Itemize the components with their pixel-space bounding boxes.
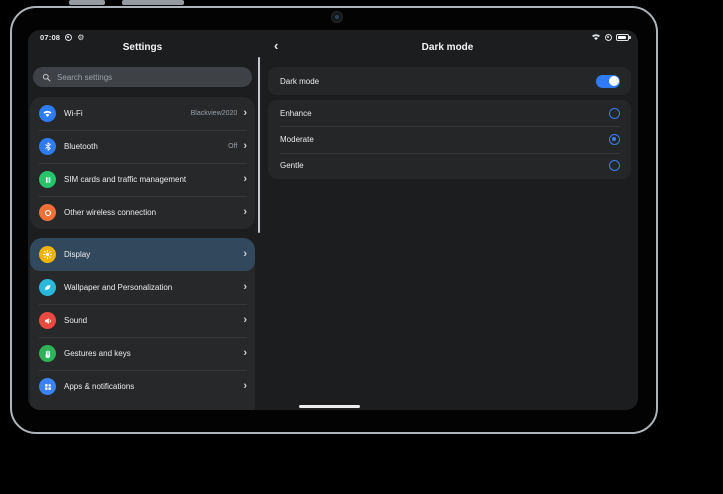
settings-group-personal: Display › Wallpaper and Personalization …	[30, 238, 255, 410]
tablet-device: 07:08 ⚙ Settings	[10, 6, 658, 434]
sidebar-item-gestures[interactable]: Gestures and keys ›	[30, 337, 255, 370]
search-input[interactable]: Search settings	[33, 67, 252, 87]
sidebar-item-wifi[interactable]: Wi-Fi Blackview2020 ›	[30, 97, 255, 130]
sidebar-item-label: Other wireless connection	[64, 208, 237, 217]
search-placeholder: Search settings	[57, 73, 112, 82]
detail-title: Dark mode	[257, 42, 638, 53]
sidebar-item-label: Display	[64, 250, 243, 259]
dark-mode-toggle-row[interactable]: Dark mode	[268, 67, 631, 95]
background: 07:08 ⚙ Settings	[0, 0, 723, 494]
option-label: Gentle	[280, 161, 609, 170]
dark-mode-options-card: Enhance Moderate Gentle	[268, 100, 631, 179]
sidebar-item-bluetooth[interactable]: Bluetooth Off ›	[30, 130, 255, 163]
chevron-right-icon: ›	[243, 282, 247, 293]
sim-card-icon	[39, 171, 56, 188]
sidebar-item-other-wireless[interactable]: Other wireless connection ›	[30, 196, 255, 229]
toggle-row-label: Dark mode	[280, 77, 596, 86]
chevron-right-icon: ›	[243, 108, 247, 119]
radio-button[interactable]	[609, 160, 620, 171]
chevron-right-icon: ›	[243, 381, 247, 392]
screen: 07:08 ⚙ Settings	[28, 30, 638, 410]
speaker-icon	[39, 312, 56, 329]
sidebar-item-label: Wi-Fi	[64, 109, 191, 118]
hand-icon	[39, 345, 56, 362]
sidebar-item-value: Blackview2020	[191, 110, 238, 117]
front-camera	[331, 11, 343, 23]
wifi-icon	[39, 105, 56, 122]
apps-grid-icon	[39, 378, 56, 395]
option-gentle[interactable]: Gentle	[268, 153, 631, 179]
radio-button[interactable]	[609, 134, 620, 145]
settings-group-network: Wi-Fi Blackview2020 › Bluetooth Off ›	[30, 97, 255, 229]
sidebar-item-label: Bluetooth	[64, 142, 228, 151]
sidebar-item-value: Off	[228, 143, 237, 150]
option-label: Moderate	[280, 135, 609, 144]
chevron-right-icon: ›	[243, 174, 247, 185]
bluetooth-icon	[39, 138, 56, 155]
radio-button[interactable]	[609, 108, 620, 119]
sun-icon	[39, 246, 56, 263]
chevron-right-icon: ›	[243, 348, 247, 359]
chevron-right-icon: ›	[243, 141, 247, 152]
chevron-right-icon: ›	[243, 249, 247, 260]
sidebar-item-display[interactable]: Display ›	[30, 238, 255, 271]
option-moderate[interactable]: Moderate	[268, 126, 631, 152]
power-button	[69, 0, 105, 5]
sidebar-item-label: Sound	[64, 316, 243, 325]
volume-button	[122, 0, 184, 5]
wallpaper-icon	[39, 279, 56, 296]
sidebar-item-label: Wallpaper and Personalization	[64, 283, 243, 292]
wireless-ring-icon	[39, 204, 56, 221]
dark-mode-pane: ‹ Dark mode Dark mode Enhance Moderate	[257, 30, 638, 410]
home-indicator[interactable]	[299, 405, 360, 408]
page-title: Settings	[28, 42, 257, 53]
option-label: Enhance	[280, 109, 609, 118]
sidebar-item-label: Apps & notifications	[64, 382, 243, 391]
sidebar-item-sim-cards[interactable]: SIM cards and traffic management ›	[30, 163, 255, 196]
sidebar-item-apps[interactable]: Apps & notifications ›	[30, 370, 255, 403]
search-icon	[42, 73, 51, 82]
settings-pane: Settings Search settings Wi-Fi	[28, 30, 257, 410]
sidebar-item-sound[interactable]: Sound ›	[30, 304, 255, 337]
sidebar-item-label: Gestures and keys	[64, 349, 243, 358]
dark-mode-toggle-card: Dark mode	[268, 67, 631, 95]
chevron-right-icon: ›	[243, 207, 247, 218]
sidebar-item-label: SIM cards and traffic management	[64, 175, 237, 184]
option-enhance[interactable]: Enhance	[268, 100, 631, 126]
sidebar-item-wallpaper[interactable]: Wallpaper and Personalization ›	[30, 271, 255, 304]
dark-mode-toggle[interactable]	[596, 75, 620, 88]
chevron-right-icon: ›	[243, 315, 247, 326]
